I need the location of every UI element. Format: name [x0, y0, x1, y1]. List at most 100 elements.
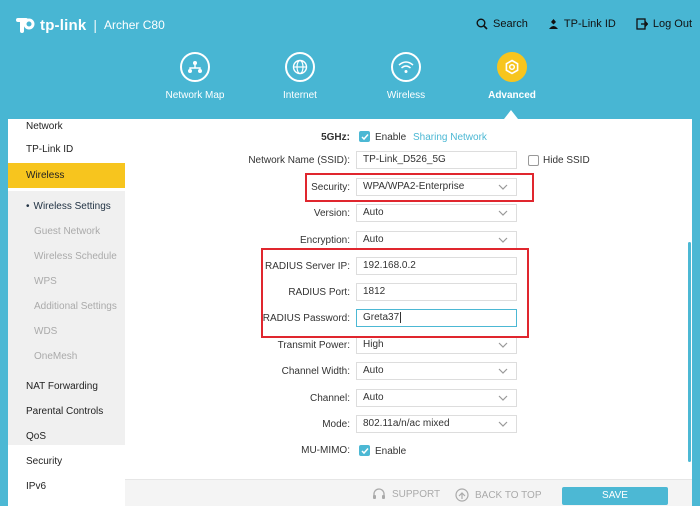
footer-bar: SUPPORT BACK TO TOP SAVE — [125, 479, 692, 506]
sidebar-item-parental-controls[interactable]: Parental Controls — [8, 399, 125, 424]
sidebar-sub-wps[interactable]: WPS — [8, 269, 125, 294]
channel-value: Auto — [363, 392, 384, 403]
ssid-input[interactable]: TP-Link_D526_5G — [356, 151, 517, 169]
globe-icon — [285, 52, 315, 82]
sidebar-item-ipv6[interactable]: IPv6 — [8, 474, 125, 499]
sidebar-sub-wireless-schedule[interactable]: Wireless Schedule — [8, 244, 125, 269]
channel-width-label: Channel Width: — [281, 366, 350, 377]
back-to-top-label: BACK TO TOP — [475, 489, 542, 501]
transmit-power-value: High — [363, 339, 384, 350]
security-highlight-box — [305, 173, 534, 202]
tplink-id-label: TP-Link ID — [563, 18, 616, 30]
search-icon — [476, 18, 488, 30]
check-icon — [360, 133, 369, 140]
ssid-label: Network Name (SSID): — [248, 155, 350, 166]
mumimo-row: MU-MIMO: Enable — [125, 441, 692, 461]
nav-wireless[interactable]: Wireless — [361, 52, 451, 101]
sidebar-sub-additional-settings[interactable]: Additional Settings — [8, 294, 125, 319]
channel-row: Channel: Auto — [125, 389, 692, 409]
encryption-select[interactable]: Auto — [356, 231, 517, 249]
tplink-logo-icon — [14, 14, 36, 36]
nav-wireless-label: Wireless — [386, 90, 426, 101]
version-row: Version: Auto — [125, 204, 692, 224]
band-enable-label: Enable — [375, 132, 407, 143]
logout-label: Log Out — [652, 18, 692, 30]
version-value: Auto — [363, 207, 384, 218]
nav-network-map[interactable]: Network Map — [150, 52, 240, 101]
hide-ssid-label: Hide SSID — [543, 155, 590, 166]
radius-highlight-box — [261, 248, 529, 338]
chevron-down-icon — [498, 395, 508, 401]
band-label: 5GHz: — [321, 132, 350, 143]
mode-select[interactable]: 802.11a/n/ac mixed — [356, 415, 517, 433]
wifi-icon — [391, 52, 421, 82]
search-label: Search — [493, 18, 528, 30]
check-icon — [360, 447, 369, 454]
sidebar-sub-guest-network[interactable]: Guest Network — [8, 219, 125, 244]
tplink-id-link[interactable]: TP-Link ID — [548, 18, 616, 30]
version-select[interactable]: Auto — [356, 204, 517, 222]
transmit-power-select[interactable]: High — [356, 336, 517, 354]
sidebar-sub-wireless-settings[interactable]: Wireless Settings — [8, 194, 125, 219]
channel-label: Channel: — [309, 393, 350, 404]
sidebar-sub-onemesh[interactable]: OneMesh — [8, 344, 125, 369]
hide-ssid-checkbox[interactable] — [528, 155, 539, 166]
brand-logo[interactable]: tp-link | Archer C80 — [14, 14, 165, 36]
band-enable-checkbox[interactable] — [359, 131, 370, 142]
nav-internet-label: Internet — [283, 90, 317, 101]
mumimo-label: MU-MIMO: — [301, 445, 350, 456]
nav-network-map-label: Network Map — [165, 90, 225, 101]
sidebar-item-security[interactable]: Security — [8, 449, 125, 474]
logout-link[interactable]: Log Out — [636, 18, 692, 30]
support-label: SUPPORT — [392, 489, 441, 500]
version-label: Version: — [313, 208, 350, 219]
network-map-icon — [180, 52, 210, 82]
sidebar-item-nat-forwarding[interactable]: NAT Forwarding — [8, 374, 125, 399]
chevron-down-icon — [498, 368, 508, 374]
sidebar-item-tplink-id[interactable]: TP-Link ID — [8, 137, 125, 162]
sidebar-item-network[interactable]: Network — [8, 114, 125, 139]
chevron-down-icon — [498, 210, 508, 216]
gear-icon — [497, 52, 527, 82]
top-links: Search TP-Link ID Log Out — [476, 18, 692, 30]
content-scrollbar[interactable] — [688, 242, 691, 462]
brand-name: tp-link — [40, 16, 87, 34]
sidebar-item-qos[interactable]: QoS — [8, 424, 125, 449]
user-icon — [548, 19, 558, 29]
chevron-down-icon — [498, 421, 508, 427]
channel-width-value: Auto — [363, 365, 384, 376]
mumimo-enable-label: Enable — [375, 446, 407, 457]
transmit-power-row: Transmit Power: High — [125, 336, 692, 356]
save-button[interactable]: SAVE — [562, 487, 668, 505]
back-to-top-link[interactable]: BACK TO TOP — [455, 488, 542, 502]
active-nav-pointer — [504, 110, 518, 119]
mode-row: Mode: 802.11a/n/ac mixed — [125, 415, 692, 435]
encryption-value: Auto — [363, 234, 384, 245]
brand-separator: | — [93, 17, 98, 33]
main-nav: Network Map Internet Wireless Advanced — [0, 52, 700, 112]
band-row: 5GHz: Enable Sharing Network — [125, 128, 692, 148]
nav-internet[interactable]: Internet — [255, 52, 345, 101]
nav-advanced-label: Advanced — [488, 90, 536, 101]
search-link[interactable]: Search — [476, 18, 528, 30]
channel-select[interactable]: Auto — [356, 389, 517, 407]
support-link[interactable]: SUPPORT — [372, 488, 440, 501]
arrow-up-icon — [455, 488, 469, 502]
model-name: Archer C80 — [104, 18, 165, 32]
chevron-down-icon — [498, 342, 508, 348]
sidebar: Network TP-Link ID Wireless Wireless Set… — [8, 119, 125, 506]
sidebar-sub-wds[interactable]: WDS — [8, 319, 125, 344]
nav-advanced[interactable]: Advanced — [467, 52, 557, 101]
transmit-power-label: Transmit Power: — [277, 340, 350, 351]
ssid-row: Network Name (SSID): TP-Link_D526_5G Hid… — [125, 151, 692, 171]
channel-width-select[interactable]: Auto — [356, 362, 517, 380]
sharing-network-link[interactable]: Sharing Network — [413, 132, 487, 143]
headset-icon — [373, 488, 385, 499]
mode-value: 802.11a/n/ac mixed — [363, 418, 450, 429]
encryption-label: Encryption: — [299, 235, 350, 246]
mumimo-enable-checkbox[interactable] — [359, 445, 370, 456]
sidebar-item-wireless[interactable]: Wireless — [8, 163, 125, 188]
logout-icon — [636, 18, 648, 30]
channel-width-row: Channel Width: Auto — [125, 362, 692, 382]
chevron-down-icon — [498, 237, 508, 243]
